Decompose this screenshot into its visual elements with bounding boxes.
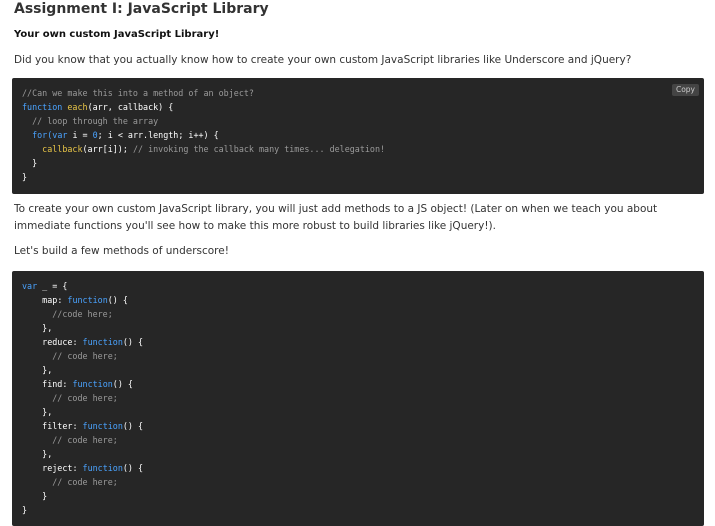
code-keyword: function (82, 337, 123, 347)
page-title: Assignment I: JavaScript Library (14, 1, 269, 17)
code-text: } (32, 157, 38, 168)
code-text: }, (42, 365, 53, 375)
code-keyword: function (67, 295, 108, 305)
code-text: _ = { (37, 281, 68, 291)
code-text: () { (122, 421, 144, 431)
code-text: () { (112, 379, 133, 389)
code-block-underscore: var _ = { map: function() { //code here;… (12, 271, 704, 526)
code-comment: //Can we make this into a method of an o… (22, 87, 254, 98)
code-keyword: var (22, 281, 38, 291)
code-comment: // code here; (52, 351, 118, 361)
code-text: () { (122, 463, 144, 473)
code-text: ; i < arr.length; i++) { (97, 129, 219, 140)
code-text: (arr[i]); (82, 143, 128, 154)
code-block-each: Copy //Can we make this into a method of … (12, 77, 704, 194)
code-text: }, (42, 449, 53, 459)
code-comment: // invoking the callback many times... d… (132, 143, 386, 154)
code-text: } (22, 171, 28, 182)
body-paragraph: To create your own custom JavaScript lib… (14, 202, 658, 233)
code-text: } (42, 491, 48, 501)
code-text: (arr, callback) { (87, 101, 174, 112)
body-paragraph: Let's build a few methods of underscore! (14, 244, 229, 257)
code-comment: // code here; (52, 435, 118, 445)
code-keyword: (var (47, 129, 68, 140)
code-text: () { (122, 337, 144, 347)
code-property: reduce (42, 337, 73, 347)
code-function-name: each (67, 101, 88, 112)
code-text: }, (42, 323, 53, 333)
code-keyword: function (22, 101, 63, 112)
code-comment: // code here; (52, 393, 118, 403)
code-keyword: for (32, 129, 48, 140)
code-property: map (42, 295, 58, 305)
code-property: filter (42, 421, 73, 431)
code-comment: // code here; (52, 477, 118, 487)
code-function-call: callback (42, 143, 83, 154)
code-comment: // loop through the array (32, 115, 159, 126)
code-property: reject (42, 463, 73, 473)
code-keyword: function (72, 379, 113, 389)
code-comment: //code here; (52, 309, 113, 319)
section-subtitle: Your own custom JavaScript Library! (14, 29, 220, 40)
code-text: () { (107, 295, 128, 305)
code-text: } (22, 505, 28, 515)
code-keyword: function (82, 421, 123, 431)
code-property: find (42, 379, 63, 389)
code-keyword: function (82, 463, 123, 473)
code-text: i = (67, 129, 93, 140)
copy-button[interactable]: Copy (671, 83, 699, 96)
intro-paragraph: Did you know that you actually know how … (14, 54, 632, 66)
code-text: }, (42, 407, 53, 417)
